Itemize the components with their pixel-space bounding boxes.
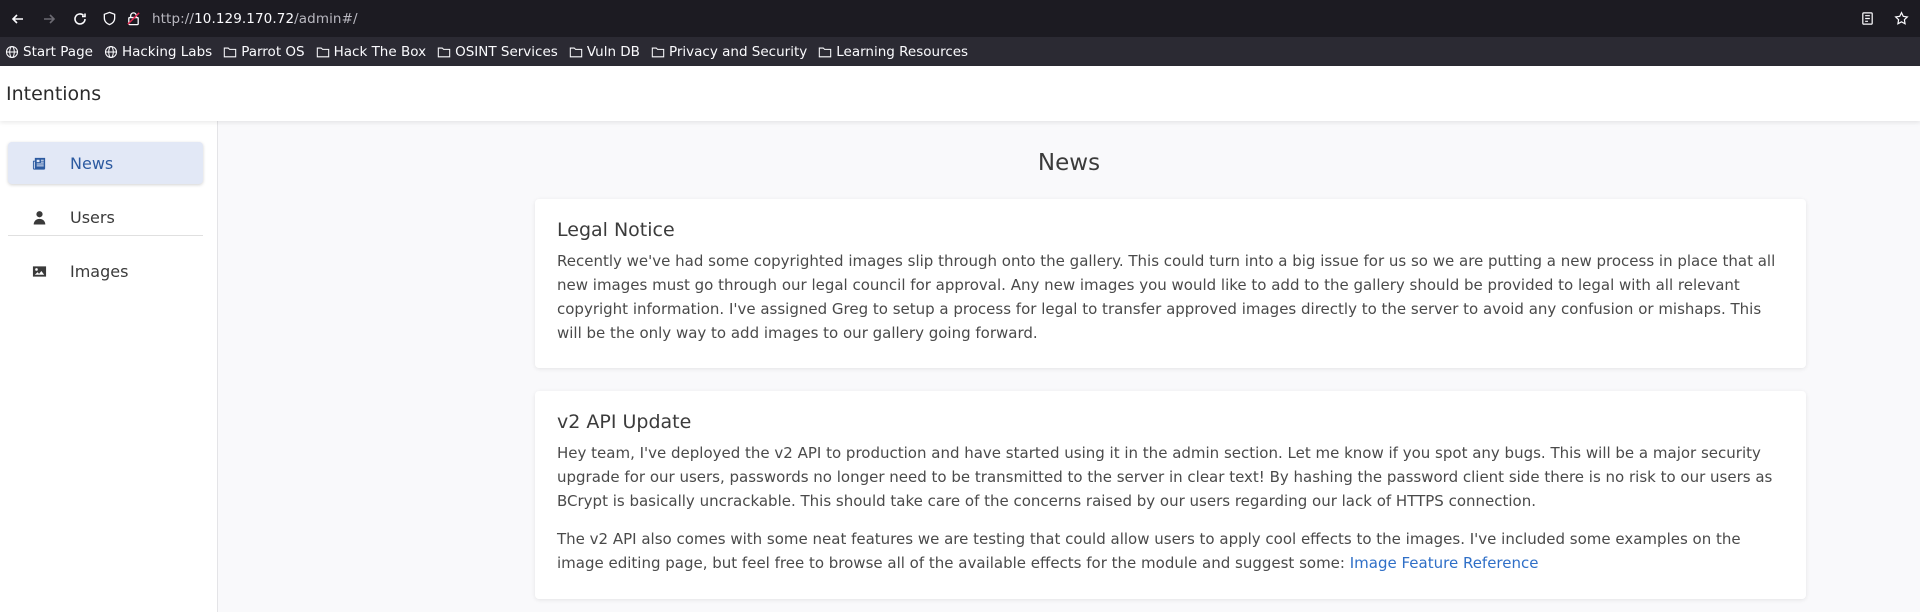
reload-icon[interactable] [66, 5, 94, 33]
address-bar[interactable]: http://10.129.170.72/admin#/ [102, 5, 358, 33]
news-card-v2-api-update: v2 API Update Hey team, I've deployed th… [535, 391, 1806, 599]
browser-toolbar: http://10.129.170.72/admin#/ [0, 0, 1920, 37]
bookmark-label: OSINT Services [455, 43, 558, 60]
image-feature-reference-link[interactable]: Image Feature Reference [1350, 554, 1539, 572]
bookmark-label: Privacy and Security [668, 43, 808, 60]
url-prefix: http:// [152, 10, 195, 27]
folder-icon [569, 45, 587, 59]
app-header: Intentions [0, 66, 1920, 121]
news-card-body: Hey team, I've deployed the v2 API to pr… [557, 444, 1773, 510]
bookmark-label: Learning Resources [836, 43, 969, 60]
image-icon [32, 263, 48, 279]
news-card-body: Recently we've had some copyrighted imag… [557, 252, 1776, 342]
bookmark-item[interactable]: OSINT Services [437, 44, 558, 60]
app-title: Intentions [6, 82, 102, 105]
folder-icon [651, 45, 669, 59]
url-host: 10.129.170.72 [194, 10, 295, 27]
url-text[interactable]: http://10.129.170.72/admin#/ [152, 11, 358, 27]
sidebar-item-label: News [70, 153, 114, 173]
back-icon[interactable] [4, 5, 32, 33]
folder-icon [437, 45, 455, 59]
bookmark-label: Parrot OS [241, 43, 305, 60]
reader-view-icon[interactable] [1856, 4, 1878, 32]
sidebar-item-label: Users [70, 207, 115, 227]
bookmark-label: Hacking Labs [121, 43, 213, 60]
forward-icon[interactable] [35, 5, 63, 33]
news-card-title: v2 API Update [557, 411, 692, 433]
shield-icon[interactable] [102, 11, 118, 27]
sidebar: News Users Images [0, 121, 218, 612]
sidebar-item-label: Images [70, 261, 129, 281]
bookmark-item[interactable]: Vuln DB [569, 44, 640, 60]
user-icon [32, 209, 48, 225]
bookmark-item[interactable]: Learning Resources [818, 44, 968, 60]
insecure-lock-icon[interactable] [126, 11, 142, 27]
bookmark-item[interactable]: Hack The Box [316, 44, 426, 60]
bookmark-item[interactable]: Start Page [5, 44, 93, 60]
bookmark-label: Hack The Box [333, 43, 427, 60]
sidebar-divider [8, 235, 203, 236]
folder-icon [818, 45, 836, 59]
toolbar-right [1856, 4, 1912, 32]
url-path: /admin#/ [294, 10, 358, 27]
bookmarks-bar: Start Page Hacking Labs Parrot OS Hack The … [0, 37, 1920, 66]
news-card-title: Legal Notice [557, 219, 675, 241]
globe-icon [104, 45, 122, 59]
newspaper-icon [32, 155, 48, 171]
page-title: News [1037, 150, 1101, 176]
bookmark-item[interactable]: Hacking Labs [104, 44, 212, 60]
bookmark-star-icon[interactable] [1890, 4, 1912, 32]
news-card-body-2: The v2 API also comes with some neat fea… [557, 527, 1784, 575]
sidebar-item-news[interactable]: News [8, 142, 203, 184]
sidebar-item-users[interactable]: Users [8, 196, 203, 238]
folder-icon [223, 45, 241, 59]
bookmark-item[interactable]: Parrot OS [223, 43, 305, 60]
bookmark-label: Start Page [23, 43, 93, 60]
globe-icon [5, 45, 23, 59]
sidebar-item-images[interactable]: Images [8, 250, 203, 292]
bookmark-label: Vuln DB [586, 43, 640, 60]
bookmark-item[interactable]: Privacy and Security [651, 44, 807, 60]
folder-icon [316, 45, 334, 59]
news-card-legal-notice: Legal Notice Recently we've had some cop… [535, 199, 1806, 368]
news-card-body-text: The v2 API also comes with some neat fea… [557, 530, 1741, 572]
